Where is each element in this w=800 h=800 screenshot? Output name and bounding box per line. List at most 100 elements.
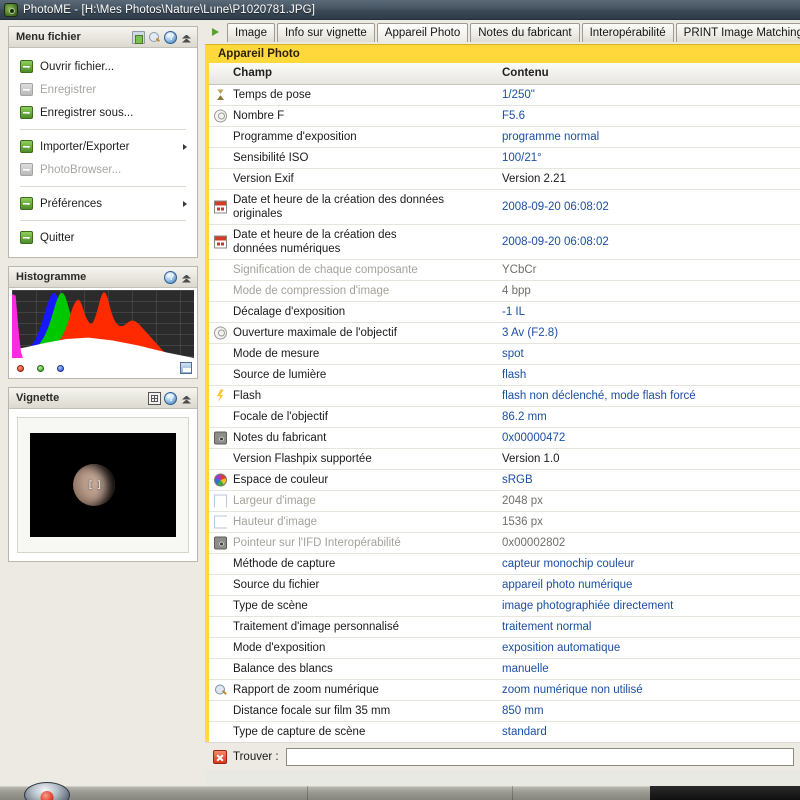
table-row[interactable]: Version Exif Version 2.21 [209, 168, 800, 190]
section-title: Appareil Photo [205, 44, 800, 63]
help-icon[interactable] [164, 30, 178, 44]
field-label: Distance focale sur film 35 mm [233, 704, 391, 717]
table-cell-value: programme normal [494, 126, 800, 148]
field-label: Version Flashpix supportée [233, 452, 372, 465]
taskbar-divider [512, 786, 513, 800]
window-titlebar[interactable]: PhotoME - [H:\Mes Photos\Nature\Lune\P10… [0, 0, 800, 20]
table-row[interactable]: Mode d'exposition exposition automatique [209, 637, 800, 659]
table-cell-value: exposition automatique [494, 637, 800, 659]
tab-interoperability[interactable]: Interopérabilité [581, 22, 674, 42]
table-cell-field: Notes du fabricant [209, 427, 494, 449]
camera-icon [214, 536, 227, 549]
table-row[interactable]: Méthode de capture capteur monochip coule… [209, 553, 800, 575]
blue-channel-dot[interactable] [57, 364, 64, 372]
search-input[interactable] [285, 747, 794, 766]
table-cell-value: 0x00000472 [494, 427, 800, 449]
table-cell-value: flash non déclenché, mode flash forcé [494, 385, 800, 407]
field-label: Source de lumière [233, 368, 327, 381]
tab-scroll-arrow-icon[interactable] [209, 23, 225, 41]
table-cell-value: traitement normal [494, 616, 800, 638]
save-histogram-icon[interactable] [180, 362, 192, 374]
thumbnail-header-icons [148, 391, 193, 405]
table-row[interactable]: Date et heure de la création des données… [209, 224, 800, 260]
table-cell-field: Source de lumière [209, 364, 494, 386]
file-menu-list: Ouvrir fichier... Enregistrer Enregistre… [9, 48, 197, 257]
tab-camera[interactable]: Appareil Photo [376, 22, 469, 42]
collapse-icon[interactable] [180, 271, 193, 284]
menu-item-preferences[interactable]: Préférences [9, 192, 197, 215]
menu-separator [20, 129, 186, 130]
column-header-value[interactable]: Contenu [494, 63, 800, 85]
table-cell-field: Programme d'exposition [209, 126, 494, 148]
file-menu-panel: Menu fichier Ouvrir fichier... Enregistr… [8, 26, 198, 258]
histogram-panel: Histogramme [8, 266, 198, 379]
green-channel-dot[interactable] [37, 364, 44, 372]
field-label: Hauteur d'image [233, 515, 318, 528]
table-row[interactable]: Traitement d'image personnalisé traitemen… [209, 616, 800, 638]
menu-item-label: Quitter [40, 231, 75, 244]
pages-icon[interactable] [132, 30, 145, 44]
tab-print-image-matching[interactable]: PRINT Image Matching [675, 22, 800, 42]
arrow-right-icon [20, 83, 33, 96]
red-channel-dot[interactable] [17, 364, 24, 372]
menu-item-quit[interactable]: Quitter [9, 226, 197, 249]
moon-thumbnail[interactable] [30, 433, 176, 537]
thumbnail-frame [17, 417, 189, 553]
main-content: Image Info sur vignette Appareil Photo N… [205, 20, 800, 770]
table-row[interactable]: Nombre F F5.6 [209, 105, 800, 127]
arrow-right-icon [20, 60, 33, 73]
table-row[interactable]: Source du fichier appareil photo numériqu… [209, 574, 800, 596]
table-row[interactable]: Rapport de zoom numérique zoom numérique … [209, 679, 800, 701]
table-row[interactable]: Ouverture maximale de l'objectif 3 Av (F2… [209, 322, 800, 344]
table-row[interactable]: Distance focale sur film 35 mm 850 mm [209, 700, 800, 722]
table-row[interactable]: Mode de mesure spot [209, 343, 800, 365]
table-row[interactable]: Source de lumière flash [209, 364, 800, 386]
menu-item-open-file[interactable]: Ouvrir fichier... [9, 55, 197, 78]
tab-thumbnail-info[interactable]: Info sur vignette [276, 22, 375, 42]
table-cell-field: Version Exif [209, 168, 494, 190]
tab-maker-notes[interactable]: Notes du fabricant [470, 22, 580, 42]
table-row[interactable]: Balance des blancs manuelle [209, 658, 800, 680]
table-row[interactable]: Programme d'exposition programme normal [209, 126, 800, 148]
table-row[interactable]: Type de scène image photographiée directe… [209, 595, 800, 617]
exif-table-container[interactable]: Champ Contenu Temps de pose 1/250" Nombre … [205, 63, 800, 742]
table-row[interactable]: Type de capture de scène standard [209, 721, 800, 742]
table-row[interactable]: Date et heure de la création des données… [209, 189, 800, 225]
close-icon[interactable] [213, 749, 227, 764]
tab-label: Notes du fabricant [478, 26, 572, 39]
table-row[interactable]: Signification de chaque composante YCbCr [209, 259, 800, 281]
menu-item-photobrowser: PhotoBrowser... [9, 158, 197, 181]
table-row[interactable]: Pointeur sur l'IFD Interopérabilité 0x000… [209, 532, 800, 554]
menu-item-save-as[interactable]: Enregistrer sous... [9, 101, 197, 124]
help-icon[interactable] [164, 391, 178, 405]
menu-item-label: PhotoBrowser... [40, 163, 122, 176]
field-label: Programme d'exposition [233, 130, 357, 143]
taskbar[interactable] [0, 782, 800, 800]
magnifier-icon[interactable] [148, 31, 161, 44]
table-cell-value: zoom numérique non utilisé [494, 679, 800, 701]
menu-item-import-export[interactable]: Importer/Exporter [9, 135, 197, 158]
table-row[interactable]: Flash flash non déclenché, mode flash for… [209, 385, 800, 407]
help-icon[interactable] [164, 270, 178, 284]
table-row[interactable]: Temps de pose 1/250" [209, 84, 800, 106]
system-tray[interactable] [650, 786, 800, 800]
table-cell-field: Balance des blancs [209, 658, 494, 680]
field-label: Traitement d'image personnalisé [233, 620, 400, 633]
field-label: Sensibilité ISO [233, 151, 309, 164]
table-row[interactable]: Mode de compression d'image 4 bpp [209, 280, 800, 302]
collapse-icon[interactable] [180, 31, 193, 44]
column-header-field[interactable]: Champ [209, 63, 494, 85]
grid-icon[interactable] [148, 391, 161, 405]
table-cell-value: F5.6 [494, 105, 800, 127]
table-row[interactable]: Largeur d'image 2048 px [209, 490, 800, 512]
tab-image[interactable]: Image [227, 22, 275, 42]
table-row[interactable]: Version Flashpix supportée Version 1.0 [209, 448, 800, 470]
table-row[interactable]: Notes du fabricant 0x00000472 [209, 427, 800, 449]
table-row[interactable]: Focale de l'objectif 86.2 mm [209, 406, 800, 428]
table-row[interactable]: Hauteur d'image 1536 px [209, 511, 800, 533]
table-row[interactable]: Sensibilité ISO 100/21° [209, 147, 800, 169]
table-row[interactable]: Espace de couleur sRGB [209, 469, 800, 491]
collapse-icon[interactable] [180, 392, 193, 405]
field-label: Signification de chaque composante [233, 263, 418, 276]
table-row[interactable]: Décalage d'exposition -1 IL [209, 301, 800, 323]
